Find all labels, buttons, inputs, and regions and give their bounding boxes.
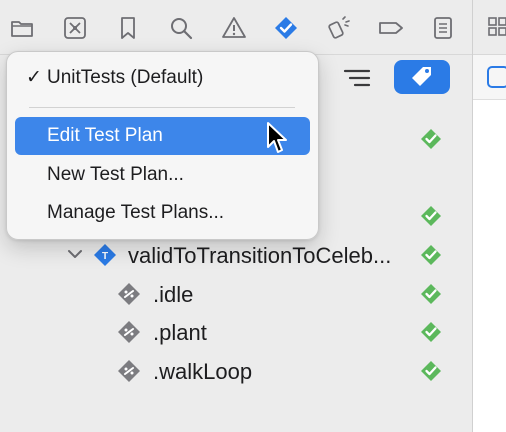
test-case-icon: T: [94, 244, 116, 266]
test-row[interactable]: .idle: [0, 275, 472, 313]
jump-bar: [473, 55, 506, 100]
menu-item-new-test-plan[interactable]: New Test Plan...: [15, 156, 310, 194]
find-icon[interactable]: [163, 10, 199, 46]
grid-icon[interactable]: [487, 16, 506, 38]
passed-status-icon: [421, 129, 441, 149]
menu-separator: [29, 107, 295, 108]
breakpoint-icon[interactable]: [373, 10, 409, 46]
report-icon[interactable]: [425, 10, 461, 46]
passed-status-icon: [421, 206, 441, 226]
passed-status-icon: [421, 322, 441, 342]
test-row[interactable]: T validToTransitionToCeleb...: [0, 236, 472, 274]
source-control-icon[interactable]: [57, 10, 93, 46]
test-row[interactable]: .plant: [0, 313, 472, 351]
argument-label: .walkLoop: [153, 359, 253, 384]
list-filter-icon[interactable]: [335, 63, 379, 93]
debug-icon[interactable]: [321, 10, 357, 46]
test-row[interactable]: .walkLoop: [0, 352, 472, 390]
argument-label: .idle: [153, 282, 194, 307]
editor-area: [473, 0, 506, 432]
argument-icon: [118, 321, 140, 343]
test-case-label: validToTransitionToCeleb...: [128, 243, 392, 268]
menu-item-unittests-default[interactable]: ✓ UnitTests (Default): [15, 59, 310, 97]
menu-item-label: New Test Plan...: [47, 164, 184, 185]
passed-status-icon: [421, 245, 441, 265]
navigator-toolbar: [0, 0, 472, 54]
passed-status-icon: [421, 361, 441, 381]
menu-item-manage-test-plans[interactable]: Manage Test Plans...: [15, 194, 310, 232]
svg-text:T: T: [102, 251, 108, 262]
argument-icon: [118, 360, 140, 382]
passed-status-icon: [421, 284, 441, 304]
menu-item-label: Edit Test Plan: [47, 125, 163, 146]
folder-icon[interactable]: [4, 10, 40, 46]
checkmark-icon: ✓: [26, 67, 42, 88]
menu-item-label: UnitTests (Default): [47, 67, 204, 88]
bookmark-icon[interactable]: [110, 10, 146, 46]
argument-label: .plant: [153, 320, 207, 345]
editor-tab-bar: [473, 0, 506, 54]
issue-warning-icon[interactable]: [216, 10, 252, 46]
tag-filter-button[interactable]: [394, 60, 450, 94]
menu-item-label: Manage Test Plans...: [47, 202, 225, 223]
tag-icon: [412, 67, 431, 86]
chevron-down-icon[interactable]: [66, 245, 84, 263]
argument-icon: [118, 283, 140, 305]
mouse-cursor-icon: [267, 122, 287, 153]
app-icon[interactable]: [487, 66, 506, 88]
test-navigator-icon[interactable]: [268, 10, 304, 46]
